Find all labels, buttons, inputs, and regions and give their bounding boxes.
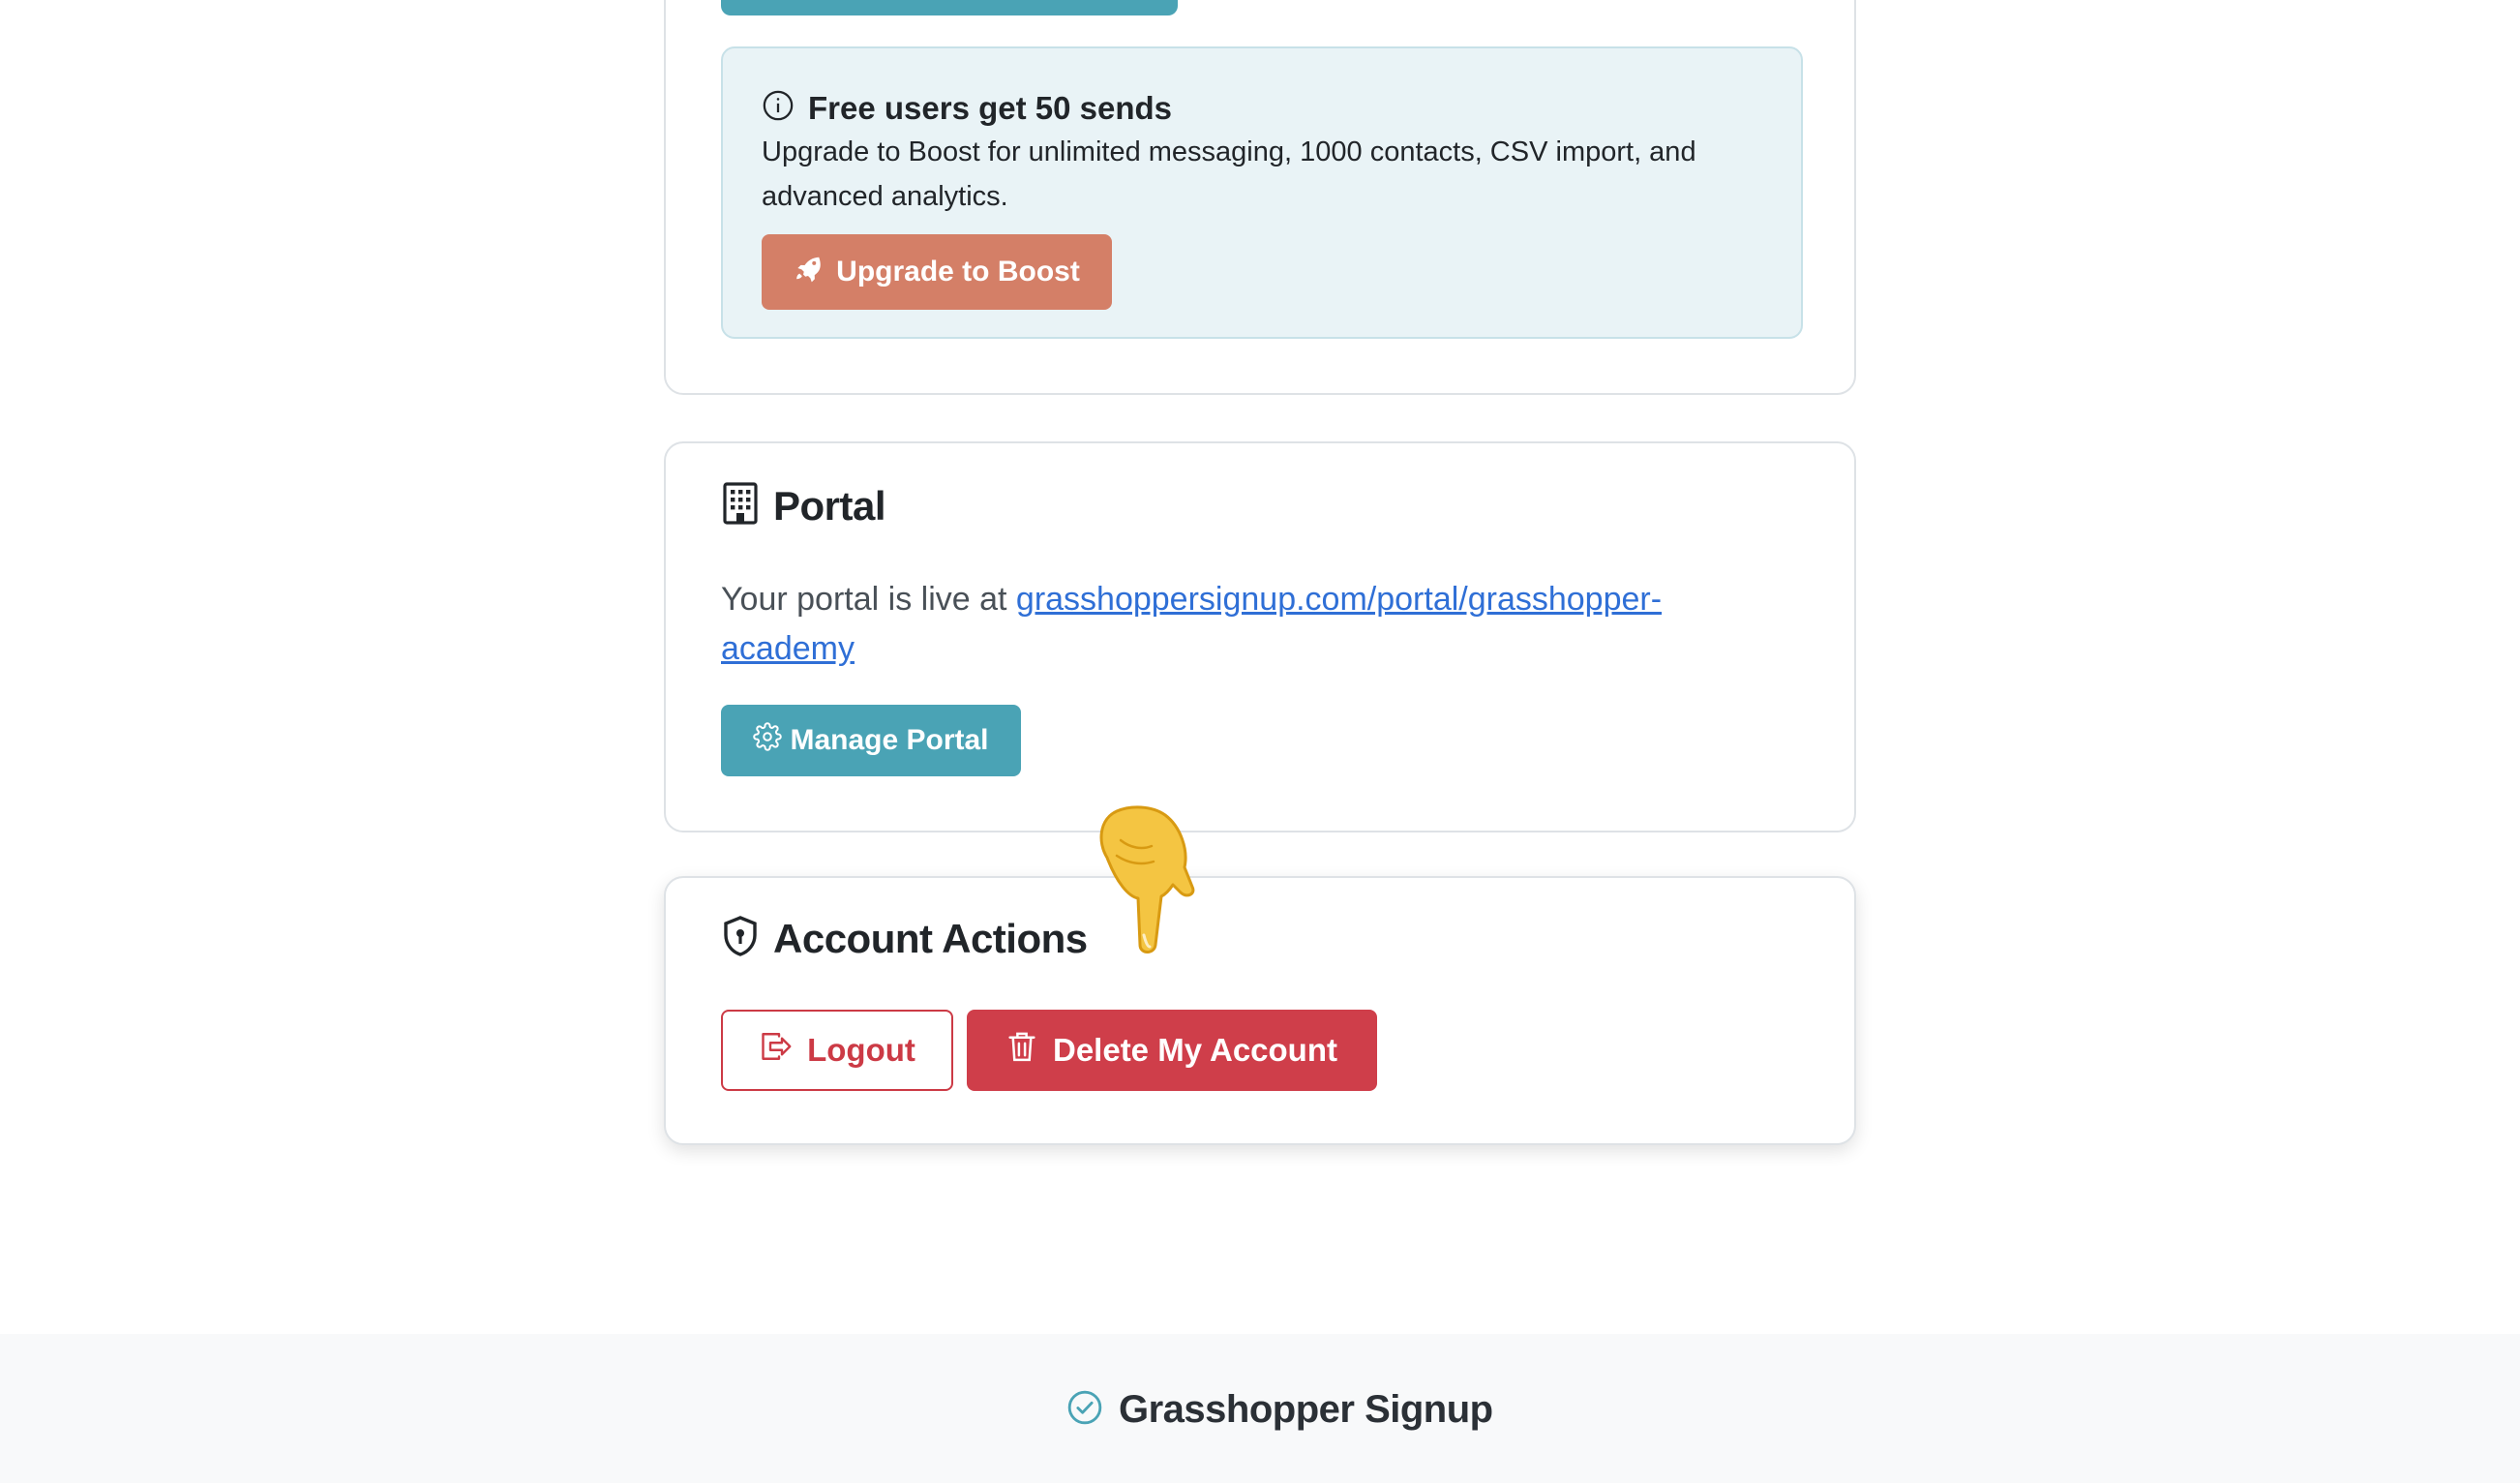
portal-status-text: Your portal is live at grasshoppersignup… bbox=[721, 575, 1766, 674]
account-actions-header: Account Actions bbox=[721, 915, 1088, 962]
partial-action-button[interactable] bbox=[721, 0, 1178, 15]
logout-label: Logout bbox=[807, 1032, 915, 1068]
rocket-icon bbox=[794, 254, 836, 290]
delete-account-button[interactable]: Delete My Account bbox=[967, 1010, 1377, 1091]
upgrade-button-label: Upgrade to Boost bbox=[836, 256, 1080, 288]
manage-portal-button[interactable]: Manage Portal bbox=[721, 705, 1021, 776]
footer: Grasshopper Signup bbox=[0, 1334, 2520, 1483]
plan-card: Free users get 50 sends Upgrade to Boost… bbox=[664, 0, 1856, 395]
check-circle-icon bbox=[1066, 1389, 1119, 1431]
footer-brand-name: Grasshopper Signup bbox=[1119, 1388, 1493, 1431]
free-plan-notice: Free users get 50 sends Upgrade to Boost… bbox=[721, 46, 1803, 339]
upgrade-to-boost-button[interactable]: Upgrade to Boost bbox=[762, 234, 1112, 310]
notice-header: Free users get 50 sends bbox=[762, 89, 1172, 127]
info-icon bbox=[762, 89, 808, 127]
footer-brand[interactable]: Grasshopper Signup bbox=[1066, 1388, 1493, 1432]
portal-title: Portal bbox=[773, 482, 886, 529]
delete-account-label: Delete My Account bbox=[1052, 1032, 1337, 1068]
logout-button[interactable]: Logout bbox=[721, 1010, 953, 1091]
trash-icon bbox=[1006, 1030, 1053, 1071]
portal-text-prefix: Your portal is live at bbox=[721, 581, 1016, 618]
notice-title: Free users get 50 sends bbox=[808, 89, 1173, 126]
portal-card: Portal Your portal is live at grasshoppe… bbox=[664, 441, 1856, 832]
portal-header: Portal bbox=[721, 482, 886, 530]
notice-text: Upgrade to Boost for unlimited messaging… bbox=[762, 136, 1696, 212]
pointing-hand-icon bbox=[1092, 802, 1198, 954]
account-actions-card: Account Actions Logout Delete My Account bbox=[664, 876, 1856, 1145]
manage-portal-label: Manage Portal bbox=[790, 724, 989, 756]
shield-icon bbox=[721, 915, 773, 962]
logout-icon bbox=[759, 1029, 807, 1072]
account-actions-title: Account Actions bbox=[773, 915, 1088, 961]
gear-icon bbox=[753, 722, 790, 759]
building-icon bbox=[721, 482, 773, 530]
